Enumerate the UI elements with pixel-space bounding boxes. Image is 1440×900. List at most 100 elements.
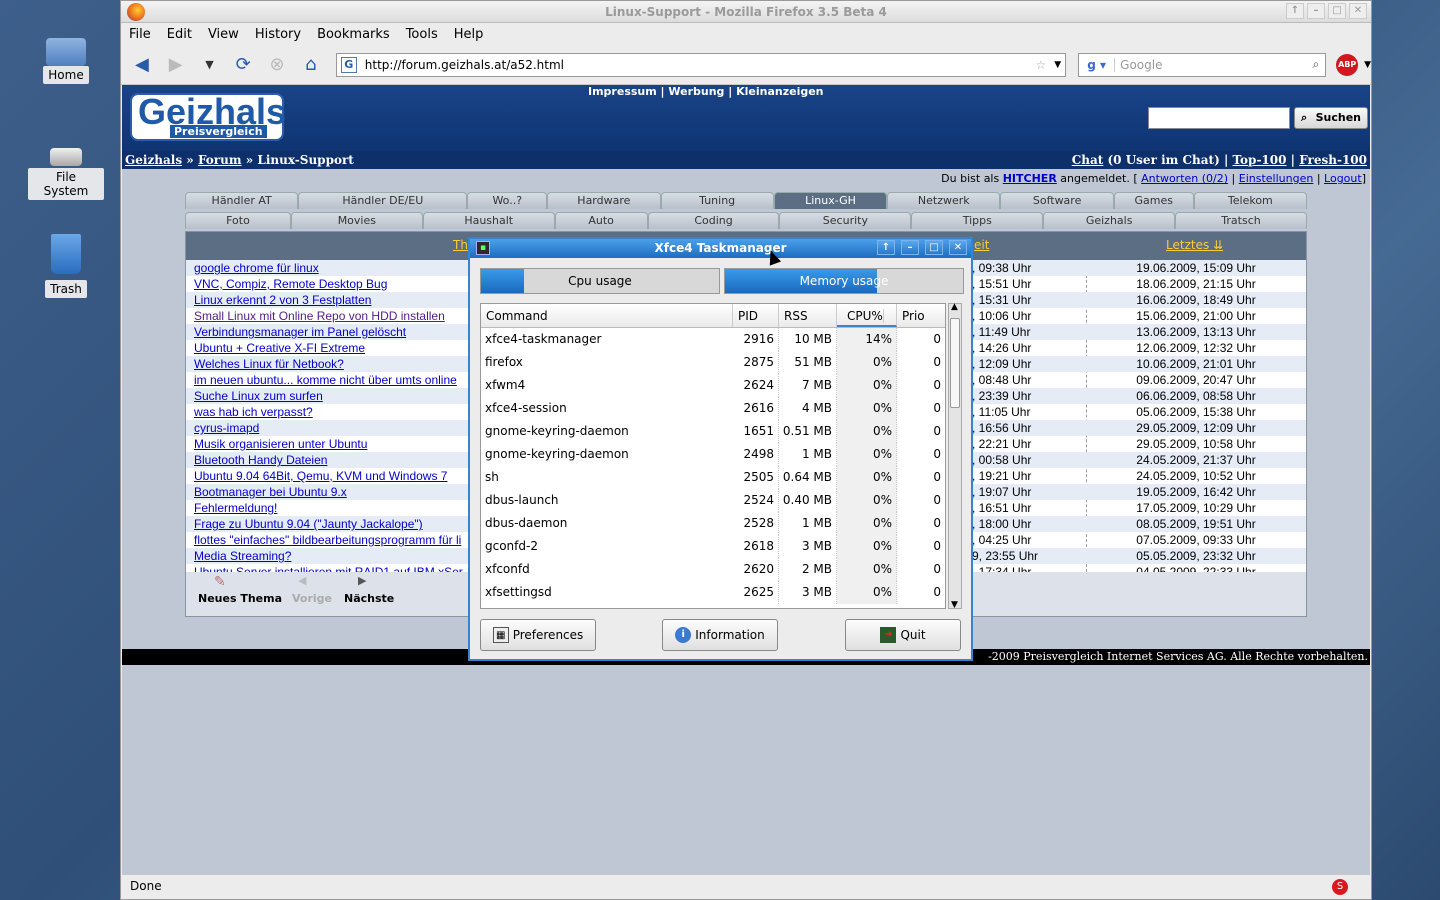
new-thread-button[interactable]: Neues Thema (198, 592, 282, 605)
col-cpu[interactable]: CPU% ⌄ (837, 304, 897, 347)
scroll-up-icon[interactable]: ▲ (951, 302, 958, 312)
menu-help[interactable]: Help (454, 27, 484, 42)
next-button[interactable]: Nächste (344, 592, 394, 605)
adblock-icon[interactable]: ABP (1336, 53, 1359, 76)
thread-title-link[interactable]: google chrome für linux (194, 260, 466, 276)
top-links[interactable]: Impressum | Werbung | Kleinanzeigen (588, 85, 824, 98)
bookmark-star-icon[interactable]: ☆ (1035, 58, 1046, 72)
window-titlebar[interactable]: Linux-Support - Mozilla Firefox 3.5 Beta… (121, 1, 1371, 23)
scrollbar-thumb[interactable] (950, 318, 960, 408)
scroll-down-icon[interactable]: ▼ (951, 600, 958, 610)
thread-title-link[interactable]: Linux erkennt 2 von 3 Festplatten (194, 292, 466, 308)
reload-icon[interactable]: ⟳ (230, 52, 256, 78)
desktop-icon-home[interactable]: Home (28, 32, 104, 84)
minimize-button[interactable]: – (1307, 3, 1325, 19)
col-prio[interactable]: Prio (897, 304, 945, 327)
tab-auto[interactable]: Auto (554, 212, 648, 229)
home-icon[interactable]: ⌂ (298, 52, 324, 78)
process-row[interactable]: firefox 2875 51 MB 0% 0 (481, 351, 945, 374)
col-rss[interactable]: RSS (779, 304, 837, 327)
google-engine-icon[interactable]: g ▾ (1079, 57, 1116, 72)
thread-title-link[interactable]: Fehlermeldung! (194, 500, 466, 516)
quit-button[interactable]: ➜ Quit (845, 619, 961, 651)
thread-title-link[interactable]: Bootmanager bei Ubuntu 9.x (194, 484, 466, 500)
process-row[interactable]: xfce4-taskmanager 2916 10 MB 14% 0 (481, 328, 945, 351)
process-row[interactable]: gconfd-2 2618 3 MB 0% 0 (481, 535, 945, 558)
tab-coding[interactable]: Coding (647, 212, 780, 229)
tab-tipps[interactable]: Tipps (911, 212, 1044, 229)
tab-haendler-at[interactable]: Händler AT (185, 192, 299, 209)
url-dropdown-icon[interactable]: ▼ (1054, 60, 1061, 70)
process-row[interactable]: dbus-daemon 2528 1 MB 0% 0 (481, 512, 945, 535)
history-dropdown-icon[interactable]: ▼ (197, 52, 223, 78)
desktop-icon-trash[interactable]: Trash (28, 234, 104, 298)
thread-title-link[interactable]: cyrus-imapd (194, 420, 466, 436)
tab-games[interactable]: Games (1113, 192, 1194, 209)
thread-title-link[interactable]: Media Streaming? (194, 548, 466, 564)
information-button[interactable]: i Information (662, 619, 778, 651)
tm-shade-button[interactable]: ↑ (877, 240, 895, 255)
tab-security[interactable]: Security (779, 212, 912, 229)
close-button[interactable]: ✕ (1349, 3, 1367, 19)
menu-bookmarks[interactable]: Bookmarks (317, 27, 390, 42)
chat-link[interactable]: Chat (1072, 153, 1104, 167)
tab-wo[interactable]: Wo..? (467, 192, 548, 209)
thread-title-link[interactable]: Ubuntu + Creative X-FI Extreme (194, 340, 466, 356)
menu-history[interactable]: History (255, 27, 301, 42)
tab-tratsch[interactable]: Tratsch (1175, 212, 1307, 229)
thread-title-link[interactable]: Bluetooth Handy Dateien (194, 452, 466, 468)
tm-minimize-button[interactable]: – (901, 240, 919, 255)
geizhals-logo[interactable]: Geizhals Preisvergleich (130, 91, 286, 141)
thread-title-link[interactable]: Small Linux mit Online Repo von HDD inst… (194, 308, 466, 324)
stop-icon[interactable]: ⊗ (264, 52, 290, 78)
tab-movies[interactable]: Movies (290, 212, 423, 229)
taskmanager-titlebar[interactable]: ▪ Xfce4 Taskmanager ↑ – □ ✕ (470, 239, 971, 258)
adblock-dropdown-icon[interactable]: ▼ (1364, 60, 1371, 70)
menu-file[interactable]: File (129, 27, 151, 42)
thread-title-link[interactable]: im neuen ubuntu... komme nicht über umts… (194, 372, 466, 388)
process-row[interactable]: xfconfd 2620 2 MB 0% 0 (481, 558, 945, 581)
process-row[interactable]: gnome-keyring-daemon 1651 0.51 MB 0% 0 (481, 420, 945, 443)
site-search-input[interactable] (1148, 107, 1290, 129)
prev-button[interactable]: Vorige (292, 592, 332, 605)
settings-link[interactable]: Einstellungen (1239, 172, 1314, 185)
tab-foto[interactable]: Foto (185, 212, 291, 229)
url-bar[interactable]: G http://forum.geizhals.at/a52.html ☆ ▼ (335, 52, 1067, 77)
tab-netzwerk[interactable]: Netzwerk (887, 192, 1001, 209)
process-list-scrollbar[interactable]: ▲ ▼ (948, 302, 962, 610)
tab-hardware[interactable]: Hardware (547, 192, 661, 209)
fresh100-link[interactable]: Fresh-100 (1299, 153, 1367, 167)
menu-view[interactable]: View (208, 27, 239, 42)
process-row[interactable]: xfsettingsd 2625 3 MB 0% 0 (481, 581, 945, 604)
process-row[interactable]: sh 2505 0.64 MB 0% 0 (481, 466, 945, 489)
top100-link[interactable]: Top-100 (1233, 153, 1287, 167)
search-bar[interactable]: g ▾ Google ⌕ (1078, 52, 1327, 77)
logout-link[interactable]: Logout (1324, 172, 1362, 185)
back-arrow-icon[interactable]: ◀ (129, 52, 155, 78)
thread-title-link[interactable]: Frage zu Ubuntu 9.04 ("Jaunty Jackalope"… (194, 516, 466, 532)
process-row[interactable]: dbus-launch 2524 0.40 MB 0% 0 (481, 489, 945, 512)
thread-title-link[interactable]: flottes "einfaches" bildbearbeitungsprog… (194, 532, 466, 548)
process-row[interactable]: gnome-keyring-daemon 2498 1 MB 0% 0 (481, 443, 945, 466)
crumb-forum[interactable]: Forum (198, 153, 242, 167)
search-magnifier-icon[interactable]: ⌕ (1313, 57, 1320, 72)
col-zeit[interactable]: eit (974, 238, 989, 252)
tab-haendler-de[interactable]: Händler DE/EU (298, 192, 468, 209)
menu-edit[interactable]: Edit (167, 27, 192, 42)
tm-close-button[interactable]: ✕ (949, 240, 967, 255)
shade-button[interactable]: ↑ (1286, 3, 1304, 19)
maximize-button[interactable]: □ (1328, 3, 1346, 19)
tab-geizhals[interactable]: Geizhals (1043, 212, 1176, 229)
answers-link[interactable]: Antworten (0/2) (1141, 172, 1228, 185)
tm-maximize-button[interactable]: □ (925, 240, 943, 255)
menu-tools[interactable]: Tools (406, 27, 438, 42)
col-letztes[interactable]: Letztes ⇊ (1166, 238, 1223, 252)
crumb-geizhals[interactable]: Geizhals (125, 153, 182, 167)
tab-tuning[interactable]: Tuning (660, 192, 774, 209)
tab-linux-gh[interactable]: Linux-GH (773, 192, 888, 209)
thread-title-link[interactable]: Musik organisieren unter Ubuntu (194, 436, 466, 452)
col-pid[interactable]: PID (733, 304, 779, 327)
username-link[interactable]: HITCHER (1003, 172, 1057, 185)
process-row[interactable]: xfwm4 2624 7 MB 0% 0 (481, 374, 945, 397)
addon-status-icon[interactable]: S (1332, 879, 1348, 895)
